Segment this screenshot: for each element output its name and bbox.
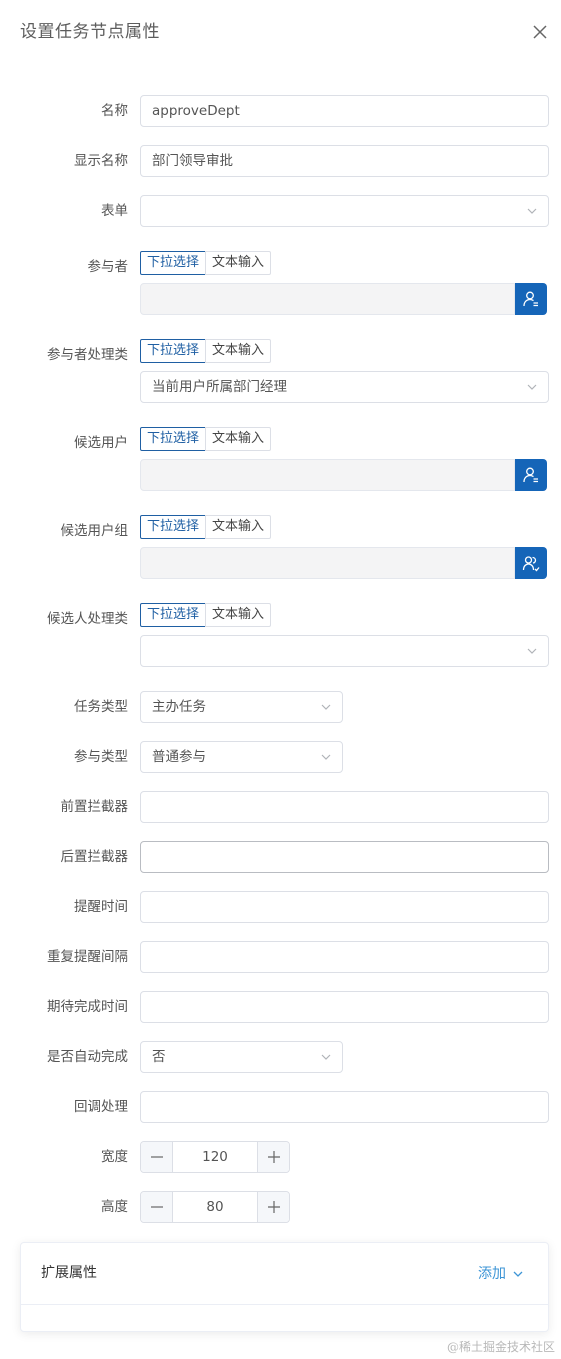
post-interceptor-label: 后置拦截器 [60,849,129,865]
chevron-down-icon [527,648,537,654]
assignee-handler-label: 参与者处理类 [47,347,128,363]
add-extension-button[interactable]: 添加 [478,1264,524,1284]
post-interceptor-input[interactable] [140,841,549,873]
candidate-groups-label: 候选用户组 [60,523,129,539]
auto-complete-select[interactable]: 否 [140,1041,343,1073]
candidate-users-mode-dropdown[interactable]: 下拉选择 [140,427,207,451]
candidate-handler-label: 候选人处理类 [47,611,128,627]
assignee-mode-toggle: 下拉选择 文本输入 [140,251,272,275]
candidate-users-input [140,459,515,491]
candidate-users-select-button[interactable] [515,459,547,491]
candidate-handler-mode-dropdown[interactable]: 下拉选择 [140,603,207,627]
assignee-mode-text[interactable]: 文本输入 [205,251,272,275]
group-select-icon [522,556,540,572]
participation-type-value: 普通参与 [152,749,206,765]
form-label: 表单 [101,203,128,219]
height-stepper: 80 [140,1191,290,1223]
candidate-users-mode-text[interactable]: 文本输入 [205,427,272,451]
assignee-input [140,283,515,315]
width-label: 宽度 [101,1149,128,1165]
candidate-users-label: 候选用户 [74,435,128,451]
close-icon[interactable] [530,22,550,42]
height-increase-button[interactable] [257,1192,289,1222]
assignee-handler-mode-toggle: 下拉选择 文本输入 [140,339,272,363]
name-input[interactable]: approveDept [140,95,549,127]
callback-label: 回调处理 [74,1099,128,1115]
repeat-interval-label: 重复提醒间隔 [47,949,128,965]
height-decrease-button[interactable] [141,1192,173,1222]
height-value[interactable]: 80 [173,1192,257,1222]
candidate-groups-input [140,547,515,579]
width-value[interactable]: 120 [173,1142,257,1172]
candidate-handler-select[interactable] [140,635,549,667]
chevron-down-icon [527,208,537,214]
extension-properties-card: 扩展属性 添加 [20,1242,549,1332]
expected-time-label: 期待完成时间 [47,999,128,1015]
candidate-groups-mode-text[interactable]: 文本输入 [205,515,272,539]
candidate-groups-mode-dropdown[interactable]: 下拉选择 [140,515,207,539]
extension-properties-title: 扩展属性 [41,1265,97,1281]
candidate-groups-select-button[interactable] [515,547,547,579]
assignee-select-button[interactable] [515,283,547,315]
assignee-handler-value: 当前用户所属部门经理 [152,379,287,395]
chevron-down-icon [321,704,331,710]
task-type-select[interactable]: 主办任务 [140,691,343,723]
chevron-down-icon [527,384,537,390]
user-select-icon [523,291,538,307]
assignee-handler-mode-dropdown[interactable]: 下拉选择 [140,339,207,363]
display-name-input[interactable]: 部门领导审批 [140,145,549,177]
participation-type-select[interactable]: 普通参与 [140,741,343,773]
add-extension-label: 添加 [478,1266,506,1282]
watermark: @稀土掘金技术社区 [446,1340,555,1354]
callback-input[interactable] [140,1091,549,1123]
chevron-down-icon [321,754,331,760]
chevron-down-icon [513,1271,523,1277]
pre-interceptor-input[interactable] [140,791,549,823]
candidate-handler-mode-toggle: 下拉选择 文本输入 [140,603,272,627]
width-decrease-button[interactable] [141,1142,173,1172]
chevron-down-icon [321,1054,331,1060]
reminder-time-label: 提醒时间 [74,899,128,915]
assignee-label: 参与者 [87,259,129,275]
height-label: 高度 [101,1199,128,1215]
pre-interceptor-label: 前置拦截器 [60,799,129,815]
minus-icon [151,1156,163,1158]
candidate-groups-mode-toggle: 下拉选择 文本输入 [140,515,272,539]
plus-icon [268,1201,280,1213]
candidate-handler-mode-text[interactable]: 文本输入 [205,603,272,627]
display-name-label: 显示名称 [74,153,128,169]
expected-time-input[interactable] [140,991,549,1023]
extension-properties-header: 扩展属性 添加 [21,1243,548,1305]
auto-complete-value: 否 [152,1049,166,1065]
minus-icon [151,1206,163,1208]
form-select[interactable] [140,195,549,227]
reminder-time-input[interactable] [140,891,549,923]
assignee-handler-mode-text[interactable]: 文本输入 [205,339,272,363]
task-type-label: 任务类型 [74,699,128,715]
participation-type-label: 参与类型 [74,749,128,765]
width-increase-button[interactable] [257,1142,289,1172]
dialog-header: 设置任务节点属性 [20,20,550,44]
assignee-mode-dropdown[interactable]: 下拉选择 [140,251,207,275]
dialog-title: 设置任务节点属性 [20,22,160,42]
repeat-interval-input[interactable] [140,941,549,973]
width-stepper: 120 [140,1141,290,1173]
task-type-value: 主办任务 [152,699,206,715]
auto-complete-label: 是否自动完成 [47,1049,128,1065]
candidate-users-mode-toggle: 下拉选择 文本输入 [140,427,272,451]
plus-icon [268,1151,280,1163]
name-label: 名称 [101,103,128,119]
assignee-handler-select[interactable]: 当前用户所属部门经理 [140,371,549,403]
user-select-icon [523,467,538,483]
